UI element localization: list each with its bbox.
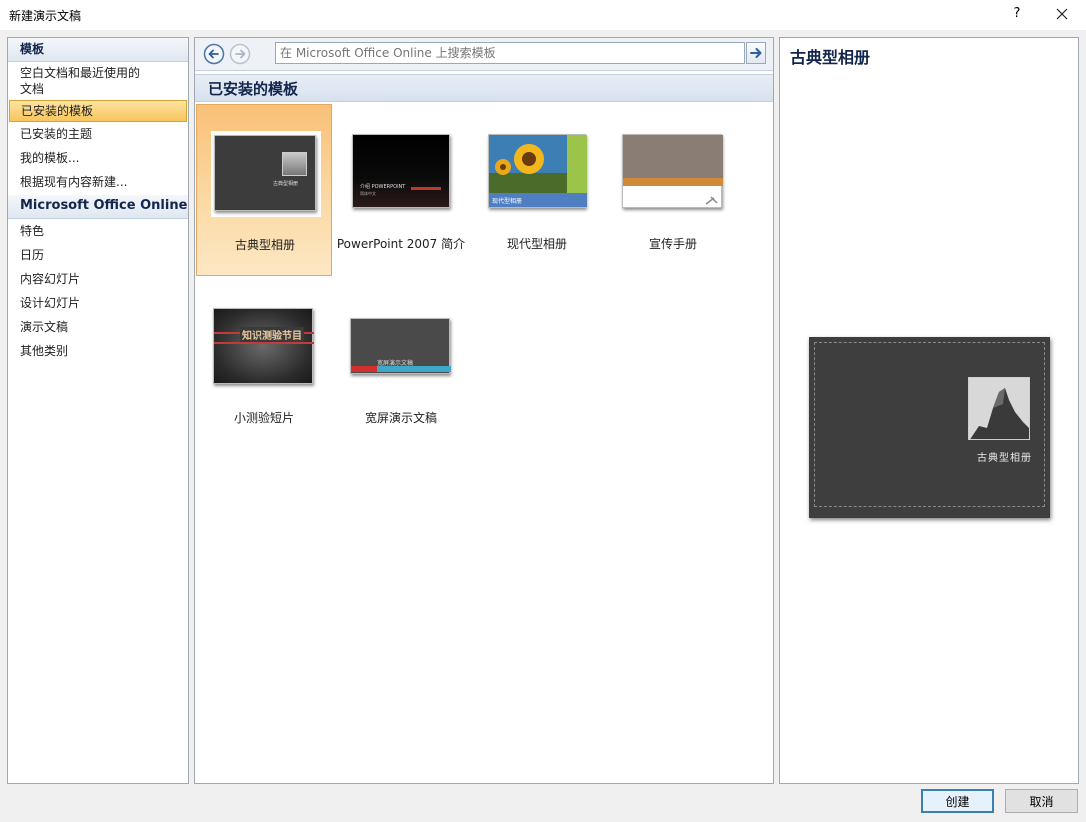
rock-photo (969, 378, 1029, 439)
nav-item-more-categories[interactable]: 其他类别 (8, 339, 188, 363)
section-title: 已安装的模板 (195, 74, 773, 102)
nav-item-installed-templates[interactable]: 已安装的模板 (9, 100, 187, 122)
go-arrow-icon (750, 48, 762, 58)
template-category-nav: 模板 空白文档和最近使用的文档 已安装的模板 已安装的主题 我的模板... 根据… (7, 37, 189, 784)
nav-item-calendars[interactable]: 日历 (8, 243, 188, 267)
brochure-thumb (622, 134, 723, 208)
thumb-caption: 现代型相册 (492, 198, 523, 205)
brochure-header-block (623, 135, 723, 178)
title-bar: 新建演示文稿 ? (0, 0, 1086, 30)
template-tile-brochure[interactable]: 宣传手册 (605, 104, 741, 276)
close-icon (1056, 8, 1068, 20)
help-button[interactable]: ? (1006, 2, 1028, 26)
template-tile-widescreen[interactable]: 宽屏演示文稿 宽屏演示文稿 (333, 278, 469, 450)
powerpoint-intro-thumb: 介绍 POWERPOINT 简体中文 (352, 134, 450, 208)
preview-pane: 古典型相册 古典型相册 (779, 37, 1079, 784)
template-tile-powerpoint-intro[interactable]: 介绍 POWERPOINT 简体中文 PowerPoint 2007 简介 (333, 104, 469, 276)
caption-bar: 现代型相册 (489, 193, 587, 207)
create-button[interactable]: 创建 (921, 789, 994, 813)
widescreen-thumb: 宽屏演示文稿 (350, 318, 451, 374)
template-thumbnail: 知识测验节目 (196, 278, 332, 398)
window-title: 新建演示文稿 (9, 9, 82, 23)
red-band (351, 366, 377, 372)
template-thumbnail: 宽屏演示文稿 (333, 278, 469, 398)
preview-title: 古典型相册 (790, 48, 871, 67)
nav-item-design-slides[interactable]: 设计幻灯片 (8, 291, 188, 315)
template-thumbnail: 古典型相册 (197, 105, 333, 225)
template-thumbnail (605, 104, 741, 224)
forward-arrow-icon (229, 43, 251, 65)
nav-item-featured[interactable]: 特色 (8, 219, 188, 243)
nav-item-my-templates[interactable]: 我的模板... (8, 146, 188, 170)
thumb-subcaption: 简体中文 (360, 191, 376, 196)
template-tile-quiz-show[interactable]: 知识测验节目 小测验短片 (196, 278, 332, 450)
template-label: 现代型相册 (506, 237, 567, 251)
blue-band (377, 366, 451, 372)
template-label: 宽屏演示文稿 (364, 411, 437, 425)
nav-item-blank-and-recent[interactable]: 空白文档和最近使用的文档 (8, 62, 188, 100)
modern-album-thumb: 现代型相册 (488, 134, 587, 208)
online-section-header: Microsoft Office Online (8, 195, 188, 219)
sunflower-photo (489, 135, 567, 193)
preview-slide: 古典型相册 (809, 337, 1050, 518)
quiz-show-thumb: 知识测验节目 (213, 308, 314, 384)
search-go-button[interactable] (746, 42, 766, 64)
thumb-caption: 古典型相册 (273, 181, 299, 187)
nav-item-label: 空白文档和最近使用的文档 (20, 66, 141, 96)
red-stripe-bottom (214, 342, 314, 344)
back-button[interactable] (203, 43, 225, 65)
brochure-tools-icon (705, 196, 718, 205)
search-input[interactable] (275, 42, 745, 64)
template-tile-modern-album[interactable]: 现代型相册 现代型相册 (469, 104, 605, 276)
forward-button[interactable] (229, 43, 251, 65)
green-accent-strip (567, 135, 587, 193)
thumb-caption: 知识测验节目 (240, 327, 304, 342)
nav-item-new-from-existing[interactable]: 根据现有内容新建... (8, 170, 188, 194)
accent-bar (411, 187, 441, 190)
photo-placeholder (282, 152, 307, 176)
template-tile-classic-album[interactable]: 古典型相册 古典型相册 (196, 104, 332, 276)
templates-section-header: 模板 (8, 38, 188, 62)
back-arrow-icon (203, 43, 225, 65)
preview-slide-caption: 古典型相册 (977, 453, 1032, 464)
close-button[interactable] (1048, 2, 1076, 26)
template-label: 古典型相册 (234, 238, 295, 252)
brochure-orange-band (623, 178, 723, 186)
cancel-button[interactable]: 取消 (1005, 789, 1078, 813)
nav-item-installed-themes[interactable]: 已安装的主题 (8, 122, 188, 146)
thumb-caption: 介绍 POWERPOINT (360, 184, 406, 190)
template-gallery-pane: 已安装的模板 古典型相册 古典型相册 介绍 POWERPOINT 简体中文 Po… (194, 37, 774, 784)
nav-item-content-slides[interactable]: 内容幻灯片 (8, 267, 188, 291)
search-toolbar (195, 38, 773, 71)
template-thumbnail: 现代型相册 (469, 104, 605, 224)
nav-item-presentations[interactable]: 演示文稿 (8, 315, 188, 339)
template-label: 小测验短片 (233, 411, 294, 425)
template-label: PowerPoint 2007 简介 (336, 237, 466, 251)
preview-photo (968, 377, 1030, 440)
template-label: 宣传手册 (648, 237, 697, 251)
template-thumbnail: 介绍 POWERPOINT 简体中文 (333, 104, 469, 224)
classic-album-thumb: 古典型相册 (214, 135, 316, 211)
